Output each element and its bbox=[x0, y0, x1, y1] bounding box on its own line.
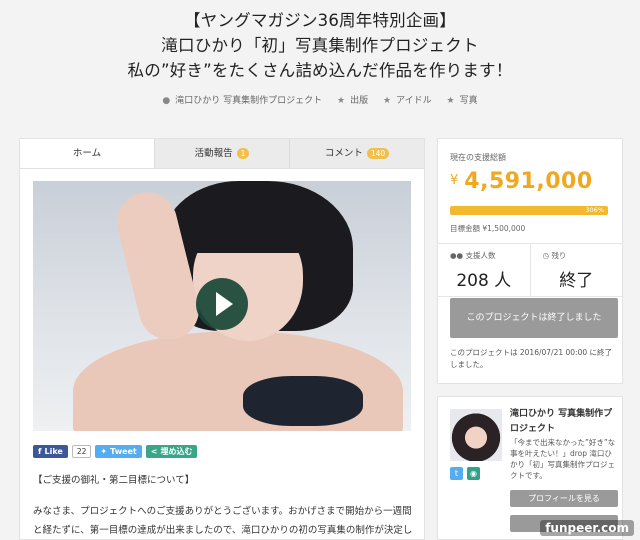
title-line-3: 私の”好き”をたくさん詰め込んだ作品を作ります！ bbox=[127, 61, 513, 80]
supporters-label-text: 支援人数 bbox=[465, 251, 496, 260]
watermark: funpeer.com bbox=[540, 520, 634, 536]
tab-bar: ホーム 活動報告 1 コメント 140 bbox=[20, 139, 424, 169]
share-bar: f Like 22 ✦ Tweet < 埋め込む bbox=[33, 445, 198, 458]
tweet-label: Tweet bbox=[110, 447, 137, 456]
remaining-value: 終了 bbox=[559, 271, 594, 291]
facebook-like-button[interactable]: f Like bbox=[33, 445, 68, 458]
tab-label: 活動報告 bbox=[194, 148, 233, 159]
stats-row: ●● 支援人数 208 人 ◷ 残り 終了 bbox=[438, 243, 622, 297]
supporters-value: 208 人 bbox=[456, 271, 512, 291]
profile-description: 「今まで出来なかった”好き”な事を叶えたい！」drop 滝口ひかり「初」写真集制… bbox=[510, 438, 616, 480]
video-thumbnail-bangs bbox=[183, 201, 318, 253]
tag-label: アイドル bbox=[396, 96, 432, 106]
like-count: 22 bbox=[71, 445, 92, 458]
profile-panel: 滝口ひかり 写真集制作プロジェクト 「今まで出来なかった”好き”な事を叶えたい！… bbox=[437, 396, 623, 540]
title-line-1: 【ヤングマガジン36周年特別企画】 bbox=[184, 11, 456, 30]
globe-icon[interactable]: ◉ bbox=[467, 467, 480, 480]
view-profile-button[interactable]: プロフィールを見る bbox=[510, 490, 618, 507]
project-title: 【ヤングマガジン36周年特別企画】 滝口ひかり「初」写真集制作プロジェクト 私の… bbox=[0, 0, 640, 83]
project-meta: ● 滝口ひかり 写真集制作プロジェクト ★ 出版 ★ アイドル ★ 写真 bbox=[0, 93, 640, 106]
tab-label: ホーム bbox=[72, 148, 102, 159]
progress-percent: 306% bbox=[585, 206, 604, 214]
tab-label: コメント bbox=[324, 148, 363, 159]
project-ended-button[interactable]: このプロジェクトは終了しました bbox=[450, 298, 618, 338]
profile-name[interactable]: 滝口ひかり 写真集制作プロジェクト bbox=[510, 407, 615, 437]
owner-link[interactable]: ● 滝口ひかり 写真集制作プロジェクト bbox=[159, 96, 325, 106]
embed-label: 埋め込む bbox=[160, 447, 193, 456]
avatar[interactable] bbox=[450, 409, 502, 461]
main-panel: ホーム 活動報告 1 コメント 140 f Like 22 ✦ Tweet < 埋め込む … bbox=[19, 138, 425, 540]
owner-name: 滝口ひかり 写真集制作プロジェクト bbox=[175, 96, 323, 106]
star-icon: ★ bbox=[337, 96, 346, 106]
total-label: 現在の支援総額 bbox=[450, 153, 506, 162]
star-icon: ★ bbox=[446, 96, 455, 106]
share-icon: < bbox=[150, 447, 158, 456]
ended-note: このプロジェクトは 2016/07/21 00:00 に終了しました。 bbox=[450, 348, 612, 369]
tag-photo[interactable]: ★ 写真 bbox=[444, 96, 481, 106]
people-icon: ●● bbox=[450, 251, 466, 260]
tweet-button[interactable]: ✦ Tweet bbox=[95, 445, 142, 458]
embed-button[interactable]: < 埋め込む bbox=[145, 445, 198, 458]
remaining-stat: ◷ 残り 終了 bbox=[529, 244, 623, 296]
play-icon[interactable] bbox=[196, 278, 248, 330]
update-section-title: 【ご支援の御礼・第二目標について】 bbox=[33, 475, 195, 486]
profile-social-links: t ◉ bbox=[450, 467, 480, 480]
supporters-stat: ●● 支援人数 208 人 bbox=[438, 244, 530, 296]
update-paragraph: みなさま、プロジェクトへのご支援ありがとうございます。おかげさまで開始から一週間… bbox=[33, 506, 413, 536]
total-amount: ¥4,591,000 bbox=[450, 169, 593, 194]
twitter-icon: ✦ bbox=[100, 447, 108, 456]
goal-amount: 目標金額 ¥1,500,000 bbox=[450, 224, 526, 233]
tag-label: 写真 bbox=[459, 96, 478, 106]
remaining-label-text: 残り bbox=[551, 251, 567, 260]
progress-bar: 306% bbox=[450, 206, 608, 215]
remaining-label: ◷ 残り bbox=[543, 250, 567, 261]
tag-publishing[interactable]: ★ 出版 bbox=[334, 96, 371, 106]
like-label: Like bbox=[44, 447, 63, 456]
twitter-icon[interactable]: t bbox=[450, 467, 463, 480]
star-icon: ★ bbox=[382, 96, 392, 106]
amount-value: 4,591,000 bbox=[464, 169, 593, 194]
tag-label: 出版 bbox=[350, 96, 369, 106]
activity-count-badge: 1 bbox=[236, 148, 250, 159]
user-icon: ● bbox=[162, 96, 171, 106]
currency-symbol: ¥ bbox=[450, 173, 459, 188]
funding-panel: 現在の支援総額 ¥4,591,000 306% 目標金額 ¥1,500,000 … bbox=[437, 138, 623, 384]
video-thumbnail-clothing bbox=[243, 376, 363, 426]
tab-comments[interactable]: コメント 140 bbox=[289, 139, 424, 168]
supporters-label: ●● 支援人数 bbox=[450, 250, 495, 261]
tab-activity[interactable]: 活動報告 1 bbox=[154, 139, 289, 168]
comment-count-badge: 140 bbox=[366, 148, 390, 159]
facebook-icon: f bbox=[38, 447, 42, 456]
tab-home[interactable]: ホーム bbox=[20, 139, 154, 168]
title-line-2: 滝口ひかり「初」写真集制作プロジェクト bbox=[161, 36, 479, 55]
video-player[interactable] bbox=[33, 181, 411, 431]
tag-idol[interactable]: ★ アイドル bbox=[380, 96, 435, 106]
